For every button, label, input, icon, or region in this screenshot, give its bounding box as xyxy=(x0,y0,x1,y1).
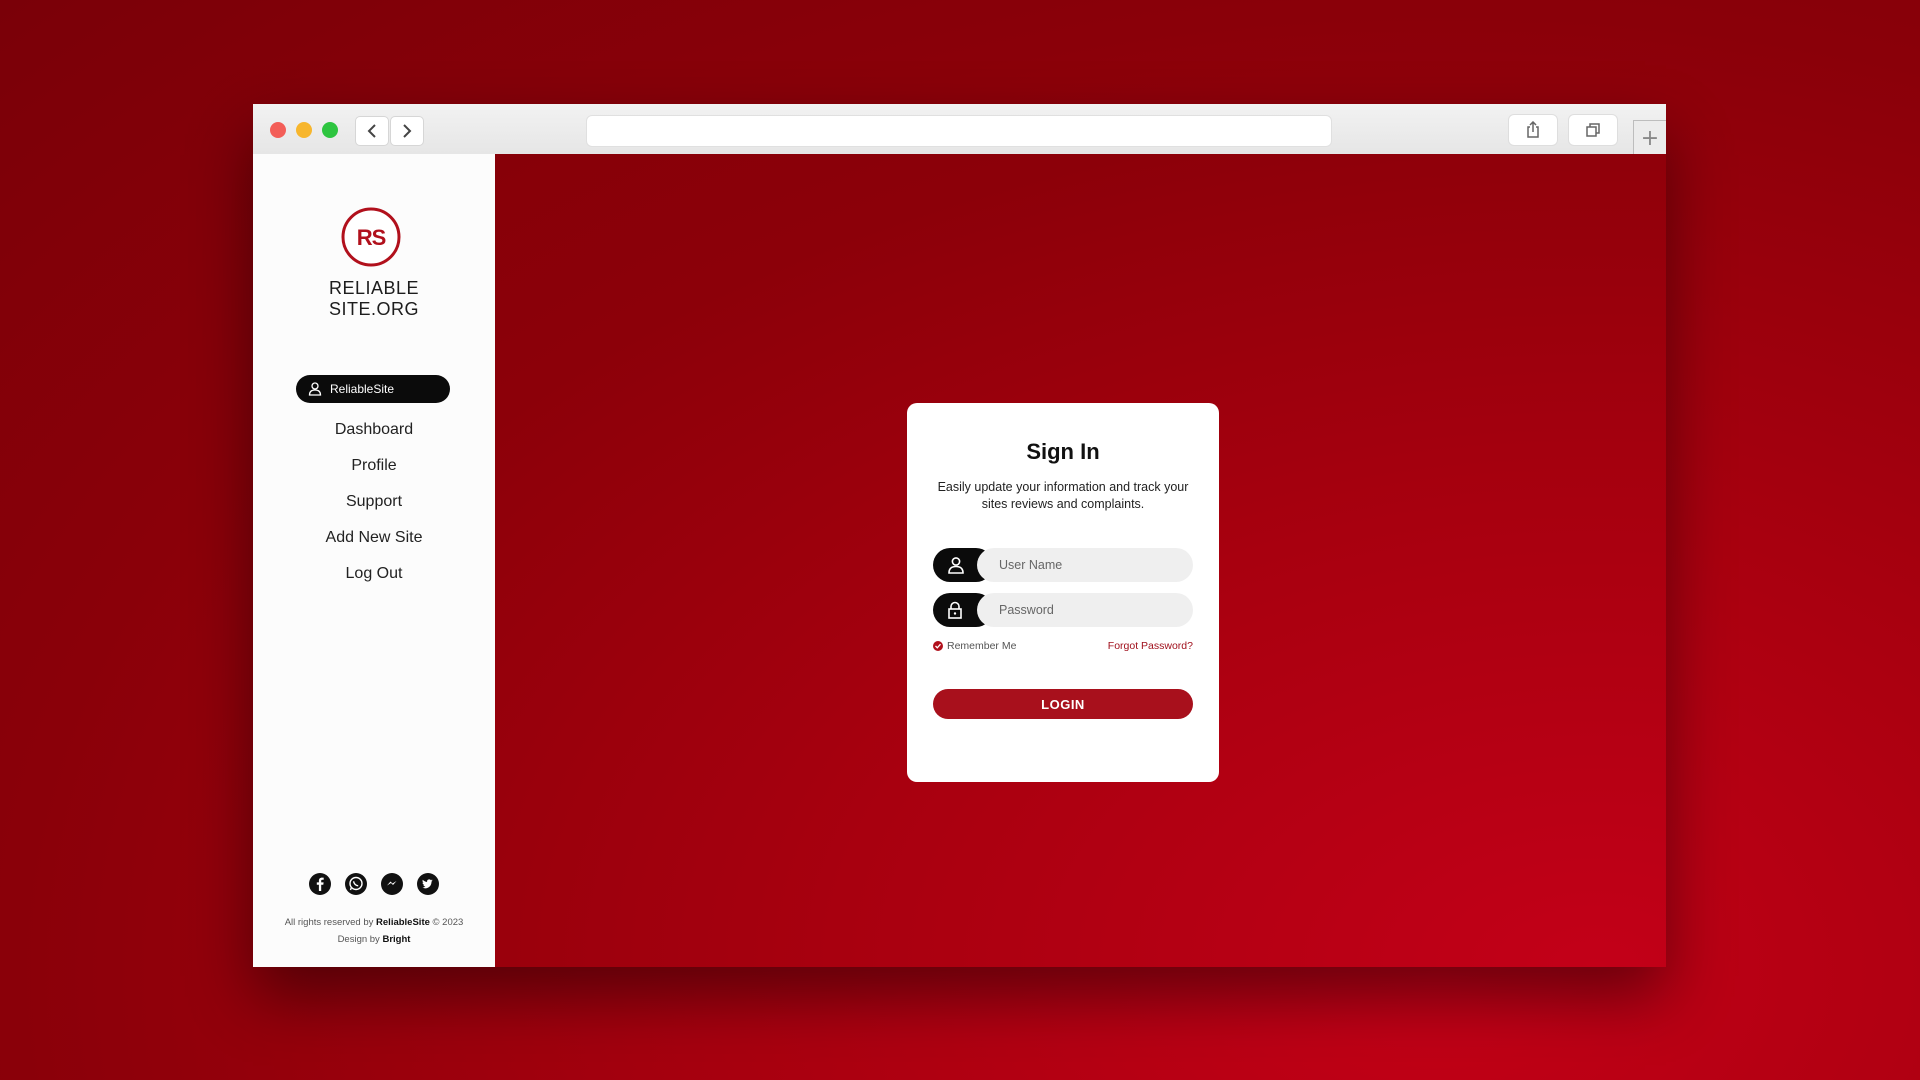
browser-toolbar: + xyxy=(253,104,1666,155)
brand-line-1: RELIABLE xyxy=(328,278,420,298)
maximize-window-button[interactable] xyxy=(322,122,338,138)
sign-in-subtitle: Easily update your information and track… xyxy=(937,480,1189,511)
close-window-button[interactable] xyxy=(270,122,286,138)
svg-text:RS: RS xyxy=(357,225,386,250)
sign-in-title: Sign In xyxy=(1026,439,1100,464)
sidebar-footer: All rights reserved by ReliableSite © 20… xyxy=(253,914,495,948)
password-field-group xyxy=(933,593,1193,627)
password-input[interactable] xyxy=(977,593,1193,627)
user-account-label: ReliableSite xyxy=(330,382,395,396)
design-credit-prefix: Design by xyxy=(337,934,380,945)
browser-window: + RS RELIABLE SITE.ORG ReliableSite Dash… xyxy=(253,104,1666,967)
user-icon xyxy=(948,557,964,574)
login-button[interactable]: LOGIN xyxy=(933,689,1193,719)
whatsapp-icon[interactable] xyxy=(344,872,368,896)
sidebar-item-profile[interactable]: Profile xyxy=(253,456,495,492)
sidebar: RS RELIABLE SITE.ORG ReliableSite Dashbo… xyxy=(253,154,495,967)
twitter-icon[interactable] xyxy=(416,872,440,896)
brand-name: RELIABLE SITE.ORG xyxy=(253,278,495,320)
brand-logo: RS xyxy=(341,207,401,267)
checkmark-icon xyxy=(933,641,943,651)
back-button[interactable] xyxy=(355,116,389,146)
address-bar[interactable] xyxy=(586,115,1332,147)
design-credit-line: Design by Bright xyxy=(253,931,495,948)
share-button[interactable] xyxy=(1508,114,1558,146)
tabs-icon xyxy=(1586,123,1600,137)
minimize-window-button[interactable] xyxy=(296,122,312,138)
sidebar-menu: Dashboard Profile Support Add New Site L… xyxy=(253,420,495,600)
forward-button[interactable] xyxy=(390,116,424,146)
remember-me-checkbox[interactable]: Remember Me xyxy=(933,640,1016,652)
user-icon xyxy=(308,382,322,396)
username-input[interactable] xyxy=(977,548,1193,582)
new-tab-button[interactable]: + xyxy=(1633,120,1666,155)
copyright-brand: ReliableSite xyxy=(376,917,430,928)
brand-line-2: SITE.ORG xyxy=(328,299,419,319)
sidebar-item-support[interactable]: Support xyxy=(253,492,495,528)
tabs-overview-button[interactable] xyxy=(1568,114,1618,146)
copyright-year: © 2023 xyxy=(432,917,464,928)
social-links xyxy=(308,872,440,898)
copyright-line: All rights reserved by ReliableSite © 20… xyxy=(253,914,495,931)
sidebar-item-log-out[interactable]: Log Out xyxy=(253,564,495,600)
facebook-icon[interactable] xyxy=(308,872,332,896)
page-content: RS RELIABLE SITE.ORG ReliableSite Dashbo… xyxy=(253,154,1666,967)
username-field-group xyxy=(933,548,1193,582)
chevron-right-icon xyxy=(403,124,412,138)
copyright-prefix: All rights reserved by xyxy=(284,917,374,928)
user-account-pill[interactable]: ReliableSite xyxy=(296,375,450,403)
design-credit-brand: Bright xyxy=(382,934,411,945)
sidebar-item-dashboard[interactable]: Dashboard xyxy=(253,420,495,456)
share-icon xyxy=(1527,121,1539,138)
sign-in-card: Sign In Easily update your information a… xyxy=(907,403,1219,782)
forgot-password-link[interactable]: Forgot Password? xyxy=(1108,640,1193,652)
chevron-left-icon xyxy=(367,124,376,138)
lock-icon xyxy=(948,601,962,619)
sidebar-item-add-new-site[interactable]: Add New Site xyxy=(253,528,495,564)
remember-me-label: Remember Me xyxy=(947,640,1017,652)
messenger-icon[interactable] xyxy=(380,872,404,896)
